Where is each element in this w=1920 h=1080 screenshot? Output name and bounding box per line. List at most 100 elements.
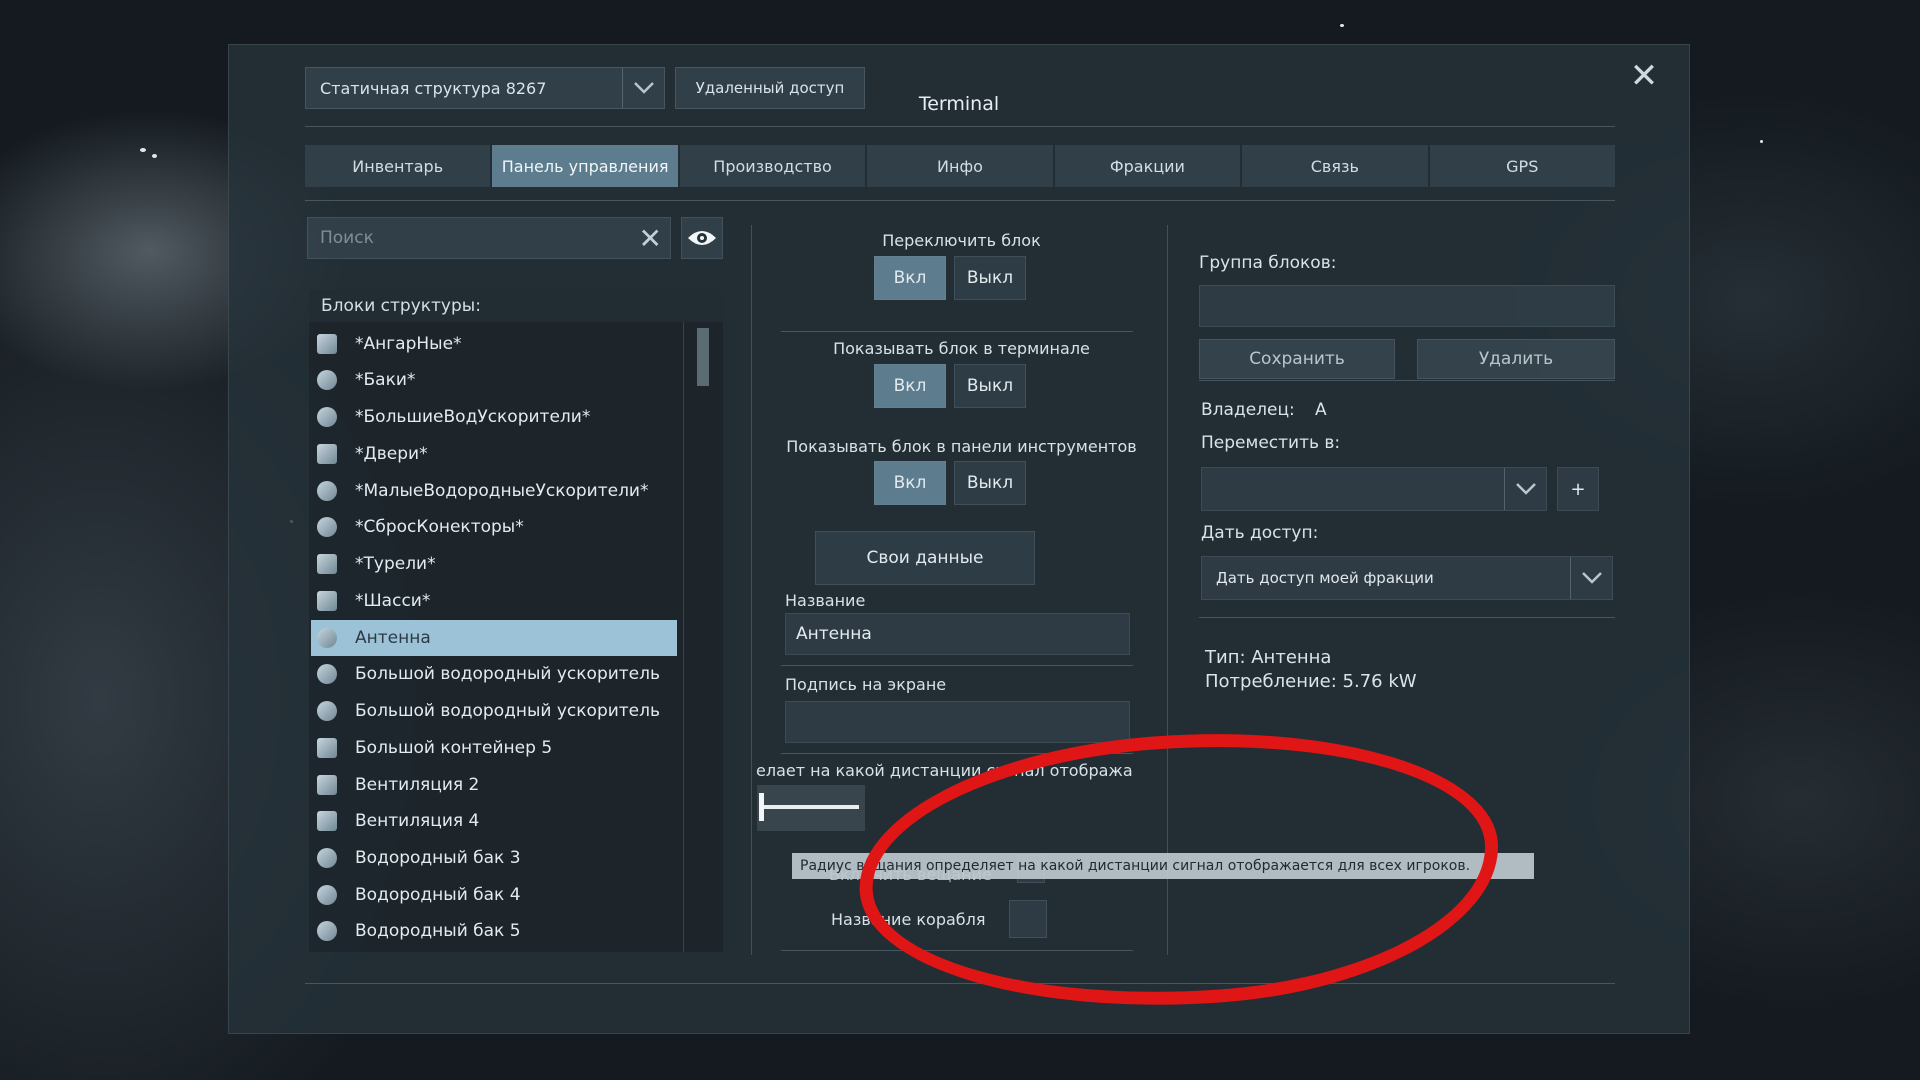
delete-button[interactable]: Удалить [1417, 339, 1615, 379]
divider [305, 983, 1615, 984]
block-icon [317, 664, 337, 684]
show-in-terminal-off-button[interactable]: Выкл [954, 364, 1026, 408]
power-consumption-info: Потребление: 5.76 kW [1205, 671, 1417, 692]
block-type-info: Тип: Антенна [1205, 647, 1332, 668]
terminal-window: ✕ Terminal Статичная структура 8267 Удал… [228, 44, 1690, 1034]
block-icon [317, 921, 337, 941]
block-icon [317, 811, 337, 831]
block-icon [317, 885, 337, 905]
list-item-label: Большой водородный ускоритель [355, 701, 661, 721]
divider [781, 665, 1133, 666]
give-access-select[interactable]: Дать доступ моей фракции [1201, 556, 1613, 600]
move-to-label: Переместить в: [1201, 433, 1341, 453]
list-item-label: *СбросКонекторы* [355, 517, 524, 537]
save-button[interactable]: Сохранить [1199, 339, 1395, 379]
name-label: Название [785, 591, 866, 610]
list-item[interactable]: Большой контейнер 5 [311, 730, 677, 766]
remote-access-button[interactable]: Удаленный доступ [675, 67, 865, 109]
hud-caption-input[interactable] [785, 701, 1130, 743]
list-item-label: *Двери* [355, 444, 428, 464]
list-item-label: Водородный бак 3 [355, 848, 521, 868]
show-in-terminal-on-button[interactable]: Вкл [874, 364, 946, 408]
block-icon [317, 407, 337, 427]
name-input[interactable]: Антенна [785, 613, 1130, 655]
list-item[interactable]: *МалыеВодородныеУскорители* [311, 473, 677, 509]
owner-value: A [1315, 400, 1327, 420]
show-in-terminal-label: Показывать блок в терминале [833, 339, 1090, 358]
structure-select[interactable]: Статичная структура 8267 [305, 67, 665, 109]
block-icon [317, 444, 337, 464]
block-icon [317, 481, 337, 501]
divider [305, 126, 1615, 127]
list-item[interactable]: Водородный бак 4 [311, 877, 677, 913]
block-icon [317, 370, 337, 390]
tab-gps[interactable]: GPS [1429, 145, 1615, 187]
tab-info[interactable]: Инфо [867, 145, 1053, 187]
tab-control-panel[interactable]: Панель управления [492, 145, 678, 187]
tab-comms[interactable]: Связь [1242, 145, 1428, 187]
tab-production[interactable]: Производство [679, 145, 866, 187]
add-button[interactable]: + [1557, 467, 1599, 511]
scrollbar-thumb[interactable] [697, 328, 709, 386]
show-in-toolbar-on-button[interactable]: Вкл [874, 461, 946, 505]
tab-bar: Инвентарь Панель управления Производство… [305, 145, 1615, 187]
move-to-select[interactable] [1201, 467, 1547, 511]
block-icon [317, 775, 337, 795]
block-icon [317, 591, 337, 611]
block-list[interactable]: *АнгарНые* *Баки* *БольшиеВодУскорители*… [309, 322, 723, 952]
list-item[interactable]: Большой водородный ускоритель [311, 656, 677, 692]
list-item[interactable]: *СбросКонекторы* [311, 509, 677, 545]
radius-slider-track [759, 805, 859, 809]
give-access-label: Дать доступ: [1201, 523, 1319, 543]
block-icon [317, 517, 337, 537]
list-item-label: Водородный бак 5 [355, 921, 521, 941]
block-icon [317, 334, 337, 354]
block-group-input[interactable] [1199, 285, 1615, 327]
list-item-label: *Шасси* [355, 591, 431, 611]
divider [1199, 617, 1615, 618]
list-item[interactable]: Большой водородный ускоритель [311, 693, 677, 729]
clear-search-icon[interactable]: ✕ [639, 222, 662, 255]
chevron-down-icon[interactable] [1570, 557, 1612, 599]
block-icon [317, 848, 337, 868]
list-item-label: *МалыеВодородныеУскорители* [355, 481, 649, 501]
tab-factions[interactable]: Фракции [1054, 145, 1241, 187]
hud-caption-label: Подпись на экране [785, 675, 947, 693]
give-access-value: Дать доступ моей фракции [1216, 569, 1434, 587]
list-item-label: Большой контейнер 5 [355, 738, 553, 758]
name-input-value: Антенна [796, 624, 872, 644]
block-group-label: Группа блоков: [1199, 253, 1337, 273]
search-placeholder: Поиск [320, 228, 374, 248]
search-input[interactable]: Поиск ✕ [307, 217, 671, 259]
column-separator [751, 225, 752, 955]
list-item[interactable]: *Турели* [311, 546, 677, 582]
show-in-toolbar-label: Показывать блок в панели инструментов [786, 437, 1137, 456]
toggle-block-on-button[interactable]: Вкл [874, 256, 946, 300]
list-item[interactable]: *Шасси* [311, 583, 677, 619]
chevron-down-icon[interactable] [1504, 468, 1546, 510]
list-item[interactable]: Вентиляция 2 [311, 767, 677, 803]
list-item[interactable]: *Двери* [311, 436, 677, 472]
owner-label: Владелец: [1201, 400, 1295, 420]
list-item[interactable]: Вентиляция 4 [311, 803, 677, 839]
toggle-block-label: Переключить блок [882, 231, 1041, 250]
list-item[interactable]: *БольшиеВодУскорители* [311, 399, 677, 435]
list-item[interactable]: *Баки* [311, 362, 677, 398]
chevron-down-icon[interactable] [622, 68, 664, 108]
scrollbar-track [683, 322, 684, 952]
block-icon [317, 738, 337, 758]
toggle-block-off-button[interactable]: Выкл [954, 256, 1026, 300]
list-item-selected[interactable]: Антенна [311, 620, 677, 656]
block-icon [317, 554, 337, 574]
list-item-label: Вентиляция 2 [355, 775, 480, 795]
tab-inventory[interactable]: Инвентарь [305, 145, 491, 187]
list-item[interactable]: Водородный бак 3 [311, 840, 677, 876]
radius-slider-handle[interactable] [759, 793, 764, 821]
custom-data-button[interactable]: Свои данные [815, 531, 1035, 585]
list-item[interactable]: *АнгарНые* [311, 326, 677, 362]
list-item-label: Большой водородный ускоритель [355, 664, 661, 684]
close-icon[interactable]: ✕ [1627, 59, 1661, 95]
eye-icon[interactable] [681, 217, 723, 259]
list-item[interactable]: Водородный бак 5 [311, 913, 677, 949]
show-in-toolbar-off-button[interactable]: Выкл [954, 461, 1026, 505]
